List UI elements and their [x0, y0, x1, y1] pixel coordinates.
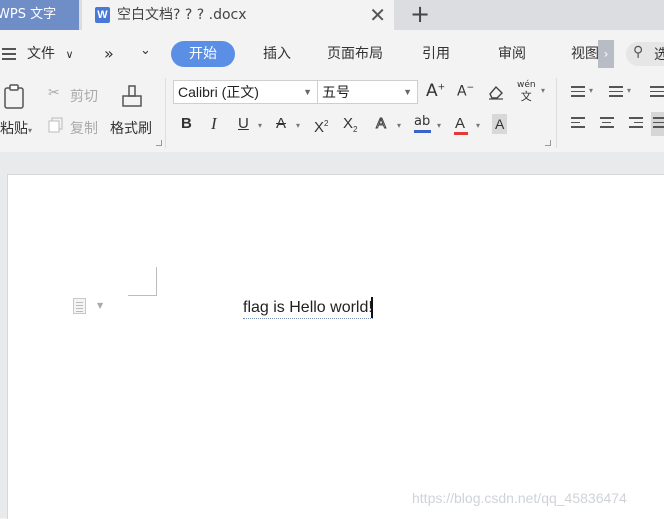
paste-icon[interactable] [2, 84, 28, 110]
shrink-font-button[interactable]: A− [457, 83, 474, 100]
copy-button[interactable]: 复制 [70, 118, 98, 138]
scissors-icon: ✂ [48, 85, 60, 101]
format-painter-icon[interactable] [120, 84, 146, 110]
subscript-button[interactable]: X2 [343, 114, 357, 140]
word-doc-icon: W [95, 7, 110, 23]
chevron-down-icon[interactable]: ▾ [437, 116, 441, 136]
tab-wps-writer-label: WPS 文字 [0, 7, 57, 22]
font-color-button[interactable]: A [454, 114, 468, 135]
search-box[interactable]: ⚲ 选 [626, 42, 664, 66]
bold-button[interactable]: B [181, 114, 192, 134]
align-center-icon[interactable] [600, 117, 614, 131]
phonetic-guide-button[interactable]: wén 文 [517, 80, 536, 102]
menu-scroll-right-icon[interactable]: › [598, 40, 614, 68]
font-dialog-launcher[interactable] [545, 140, 551, 146]
grow-font-button[interactable]: A+ [426, 81, 445, 101]
tab-bar: WPS 文字 W 空白文档? ? ? .docx ✕ + [0, 0, 664, 30]
copy-icon [48, 117, 63, 133]
tab-wps-writer[interactable]: WPS 文字 [0, 0, 79, 30]
document-area [0, 152, 664, 519]
align-right-icon[interactable] [629, 117, 643, 131]
justify-button[interactable] [651, 112, 664, 136]
underline-button[interactable]: U [238, 114, 249, 134]
divider [165, 78, 166, 148]
grow-font-icon: A [426, 81, 438, 101]
chevron-down-icon: ▼ [403, 87, 412, 97]
more-menu-icon[interactable]: » [104, 36, 114, 72]
paste-button[interactable]: 粘贴▾ [0, 118, 32, 138]
close-icon[interactable]: ✕ [369, 0, 386, 30]
tab-insert[interactable]: 插入 [263, 36, 291, 72]
new-tab-button[interactable]: + [410, 0, 430, 28]
chevron-down-icon[interactable]: ▾ [296, 116, 300, 136]
clipboard-dialog-launcher[interactable] [156, 140, 162, 146]
tab-document-title: 空白文档? ? ? .docx [117, 7, 247, 23]
format-painter-button[interactable]: 格式刷 [110, 118, 152, 138]
text-effect-button[interactable]: A [375, 114, 386, 134]
chevron-down-icon[interactable]: ▼ [97, 301, 103, 310]
document-text[interactable]: flag is Hello world! [243, 298, 373, 319]
search-label: 选 [654, 47, 664, 63]
char-shading-button[interactable]: A [492, 114, 508, 134]
tab-references[interactable]: 引用 [422, 36, 450, 72]
highlight-color-bar [414, 130, 431, 133]
margin-corner-mark [156, 267, 157, 295]
quick-access-dropdown-icon[interactable]: ⌄ [140, 33, 151, 69]
numbered-list-icon[interactable] [609, 86, 623, 100]
italic-button[interactable]: I [211, 114, 217, 134]
phonetic-icon: 文 [520, 90, 532, 103]
file-menu[interactable]: 文件 ∨ [27, 36, 74, 73]
font-name-select[interactable]: Calibri (正文) ▼ [173, 80, 318, 104]
chevron-down-icon[interactable]: ▾ [541, 86, 545, 95]
chevron-down-icon[interactable]: ▾ [589, 86, 593, 95]
file-menu-label: 文件 [27, 46, 55, 62]
tab-page-layout[interactable]: 页面布局 [327, 36, 383, 72]
font-size-select[interactable]: 五号 ▼ [317, 80, 418, 104]
font-color-icon: A [455, 115, 466, 132]
chevron-down-icon: ▼ [303, 87, 312, 97]
text-cursor [371, 297, 373, 318]
menu-bar: 文件 ∨ » ⌄ 开始 插入 页面布局 引用 审阅 视图 › ⚲ 选 [0, 36, 664, 72]
clear-format-icon[interactable] [487, 84, 505, 100]
tab-review[interactable]: 审阅 [498, 36, 526, 72]
paragraph-layout-icon[interactable] [73, 298, 89, 316]
chevron-down-icon[interactable]: ▾ [397, 116, 401, 136]
subscript-icon: X [343, 115, 354, 132]
chevron-down-icon[interactable]: ▾ [476, 116, 480, 136]
watermark: https://blog.csdn.net/qq_45836474 [412, 490, 627, 506]
decrease-indent-icon[interactable] [650, 86, 664, 100]
superscript-icon: X [314, 119, 325, 136]
highlight-icon: ab [414, 114, 431, 129]
superscript-button[interactable]: X2 [314, 114, 328, 138]
bullet-list-icon[interactable] [571, 86, 585, 100]
menu-icon[interactable] [2, 48, 16, 63]
tab-document[interactable]: W 空白文档? ? ? .docx ✕ [82, 0, 394, 30]
shrink-font-icon: A [457, 83, 467, 100]
cut-button[interactable]: 剪切 [70, 86, 98, 106]
document-page[interactable] [7, 174, 664, 519]
divider [556, 78, 557, 148]
highlight-button[interactable]: ab [414, 112, 431, 133]
font-color-bar [454, 132, 468, 135]
chevron-down-icon[interactable]: ▾ [627, 86, 631, 95]
margin-corner-mark [128, 295, 157, 296]
align-justify-icon [653, 117, 664, 131]
tab-start[interactable]: 开始 [171, 41, 235, 67]
search-icon: ⚲ [633, 44, 644, 60]
strikethrough-button[interactable]: A [276, 114, 286, 134]
tab-view[interactable]: 视图 [571, 36, 599, 72]
align-left-icon[interactable] [571, 117, 585, 131]
chevron-down-icon: ∨ [65, 48, 74, 61]
font-size-value: 五号 [322, 84, 350, 100]
ribbon-home: 粘贴▾ ✂ 剪切 复制 格式刷 Calibri (正文) ▼ 五号 ▼ A+ A… [0, 72, 664, 152]
paste-label: 粘贴 [0, 121, 28, 137]
font-name-value: Calibri (正文) [178, 84, 259, 100]
chevron-down-icon[interactable]: ▾ [258, 116, 262, 136]
